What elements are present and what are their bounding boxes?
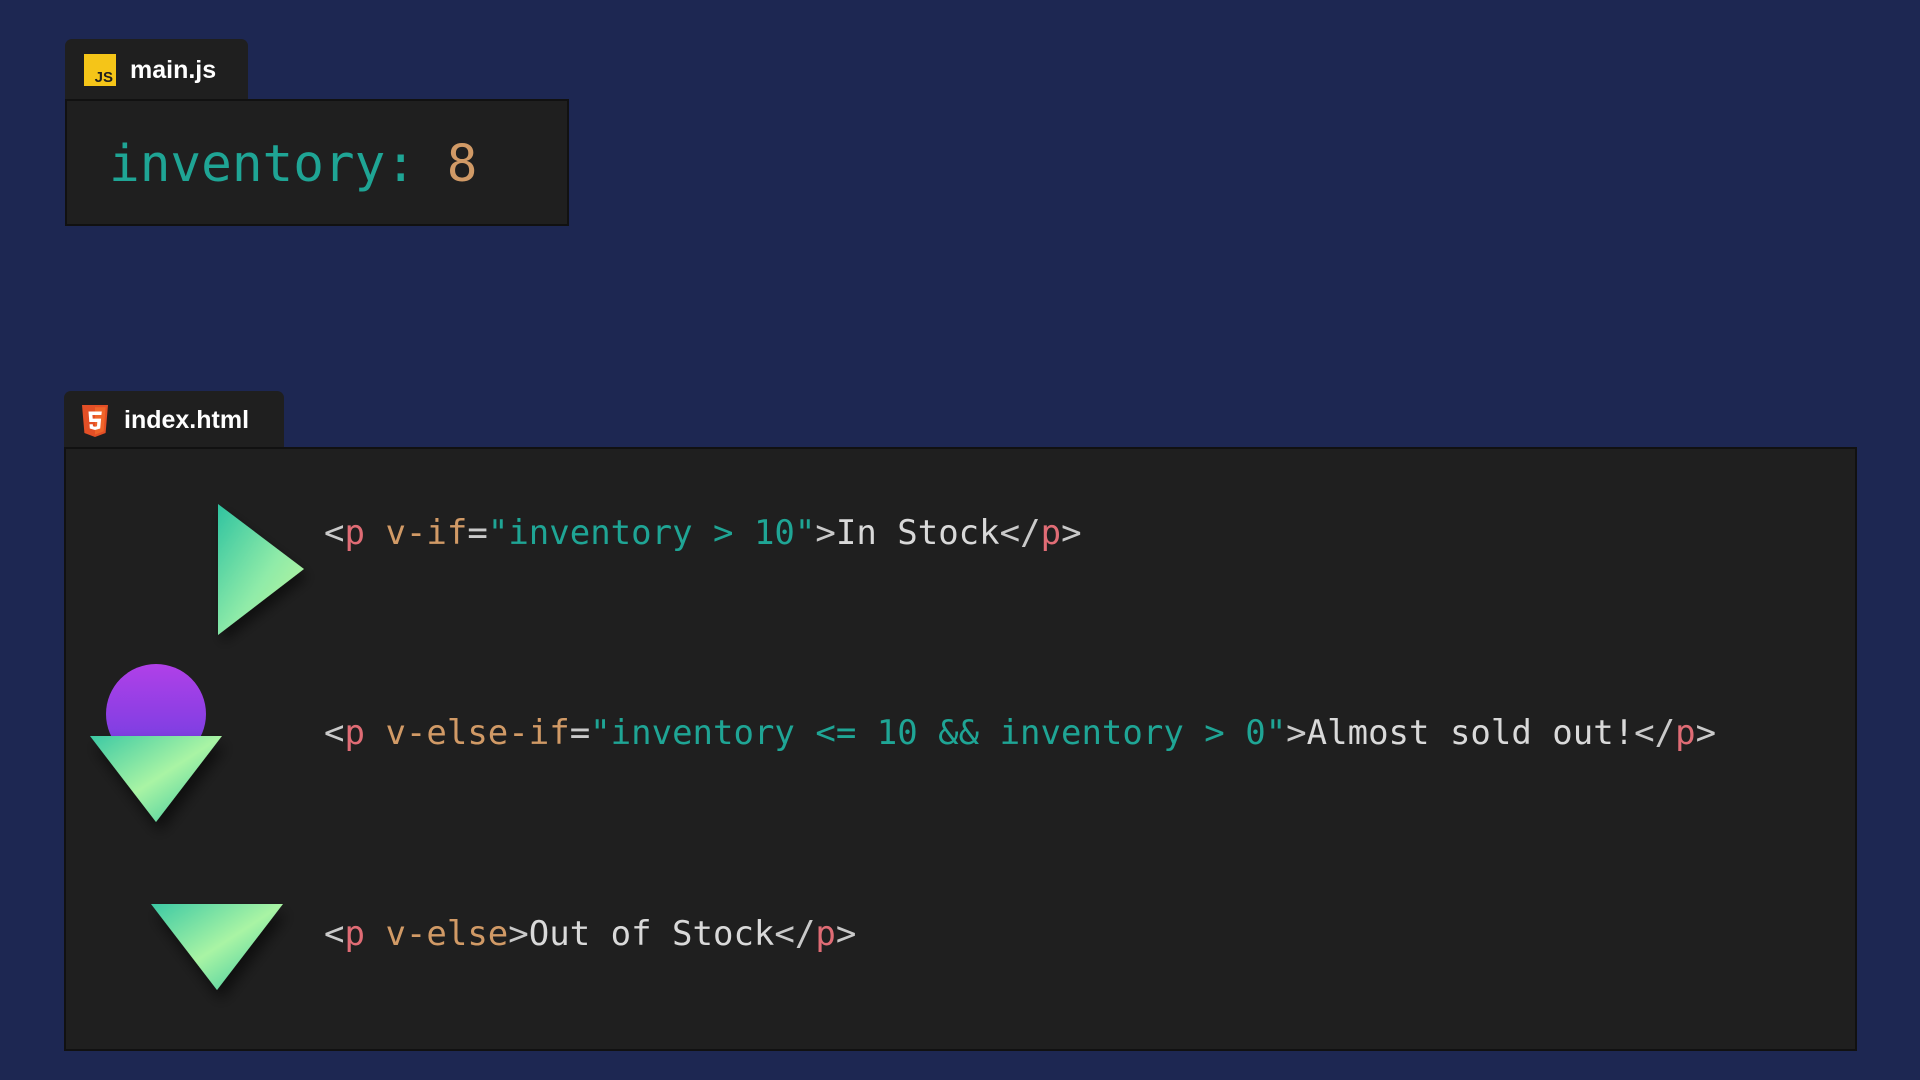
element-text: Out of Stock [528,914,775,954]
tag-open-bracket: < [324,914,345,954]
inventory-value: 8 [446,135,478,194]
tag-close-bracket: > [1286,713,1307,753]
end-tag-open: </ [999,513,1041,553]
end-tag-name: p [815,914,836,954]
quote-close: " [794,513,816,553]
tag-close-bracket: > [508,914,529,954]
inventory-key: inventory [109,135,386,194]
end-tag-close: > [1061,513,1082,553]
down-triangle-icon [151,904,283,990]
end-tag-close: > [835,914,857,954]
equals-sign: = [467,513,488,553]
condition-expression: inventory <= 10 && inventory > 0 [610,713,1266,753]
tag-open-bracket: < [324,513,345,553]
end-tag-open: </ [1634,713,1676,753]
tag-name: p [344,513,365,553]
element-text: In Stock [835,513,1000,553]
tag-close-bracket: > [815,513,836,553]
end-tag-name: p [1040,513,1062,553]
end-tag-name: p [1675,713,1696,753]
play-triangle-icon [218,504,304,635]
code-line-v-if: <p v-if="inventory > 10">In Stock</p> [324,516,1082,550]
quote-open: " [487,513,509,553]
html5-icon [82,404,108,437]
tag-open-bracket: < [324,713,345,753]
inventory-colon: : [385,135,417,194]
tab-index-html[interactable]: index.html [64,391,284,450]
element-text: Almost sold out! [1306,713,1635,753]
tag-name: p [344,914,365,954]
js-icon-text: JS [94,69,113,86]
main-js-code-panel: inventory: 8 [65,99,569,226]
code-line-v-else: <p v-else>Out of Stock</p> [324,917,856,951]
orb-down-triangle-icon [90,664,222,822]
directive-attr: v-else-if [385,713,570,753]
directive-attr: v-if [385,513,468,553]
code-line-v-else-if: <p v-else-if="inventory <= 10 && invento… [324,716,1716,750]
tab-main-js[interactable]: JS main.js [65,39,248,101]
condition-expression: inventory > 10 [508,513,795,553]
quote-close: " [1265,713,1287,753]
end-tag-open: </ [774,914,816,954]
directive-attr: v-else [385,914,509,954]
inventory-code-line: inventory: 8 [109,139,478,190]
js-icon: JS [84,54,116,86]
quote-open: " [590,713,611,753]
index-html-code-panel: <p v-if="inventory > 10">In Stock</p> <p… [64,447,1857,1051]
equals-sign: = [569,713,591,753]
tab-main-js-label: main.js [130,55,217,84]
end-tag-close: > [1695,713,1717,753]
tab-index-html-label: index.html [124,406,250,434]
tag-name: p [344,713,365,753]
